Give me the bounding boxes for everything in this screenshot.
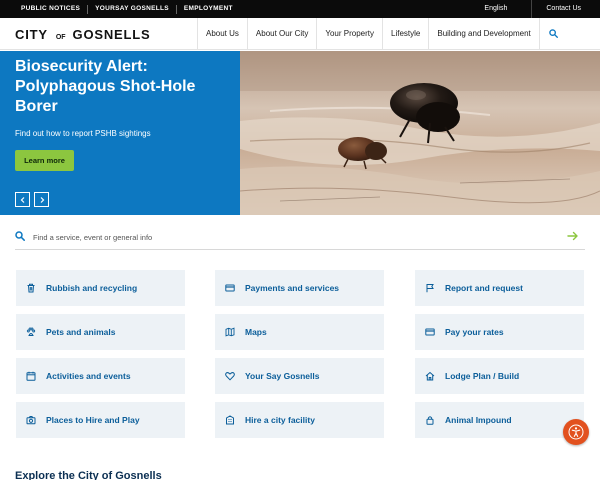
- public-notices-link[interactable]: PUBLIC NOTICES: [14, 0, 87, 18]
- employment-link[interactable]: EMPLOYMENT: [177, 0, 240, 18]
- utility-bar: PUBLIC NOTICES YOURSAY GOSNELLS EMPLOYME…: [0, 0, 600, 18]
- calendar-icon: [26, 371, 36, 381]
- tile-animal-impound[interactable]: Animal Impound: [415, 402, 584, 438]
- hero-image: [240, 51, 600, 215]
- house-icon: [425, 371, 435, 381]
- nav-about-us[interactable]: About Us: [197, 18, 247, 49]
- card-icon: [225, 284, 235, 292]
- tile-pets-and-animals[interactable]: Pets and animals: [16, 314, 185, 350]
- tile-label: Payments and services: [245, 283, 340, 293]
- hero-next-button[interactable]: [34, 192, 49, 207]
- tile-lodge-plan-build[interactable]: Lodge Plan / Build: [415, 358, 584, 394]
- hero-banner: Biosecurity Alert: Polyphagous Shot-Hole…: [0, 51, 240, 215]
- accessibility-icon: [568, 424, 584, 440]
- header-search-button[interactable]: [538, 18, 567, 49]
- tile-label: Animal Impound: [445, 415, 512, 425]
- bin-icon: [27, 283, 35, 293]
- site-search: [15, 226, 585, 250]
- main-header: CITY OF GOSNELLS About Us About Our City…: [0, 18, 600, 50]
- flag-icon: [426, 284, 434, 293]
- tile-label: Pay your rates: [445, 327, 504, 337]
- contact-us-link[interactable]: Contact Us: [532, 0, 600, 18]
- camera-icon: [26, 416, 36, 425]
- map-icon: [225, 327, 235, 337]
- search-icon: [15, 231, 25, 241]
- tile-label: Lodge Plan / Build: [445, 371, 520, 381]
- nav-lifestyle[interactable]: Lifestyle: [382, 18, 428, 49]
- accessibility-button[interactable]: [563, 419, 589, 445]
- hero-title: Biosecurity Alert: Polyphagous Shot-Hole…: [15, 58, 196, 115]
- chevron-left-icon: [20, 196, 24, 203]
- logo-word-gosnells: GOSNELLS: [72, 27, 151, 42]
- logo-word-city: CITY: [15, 27, 48, 42]
- tile-label: Hire a city facility: [245, 415, 315, 425]
- lock-icon: [426, 416, 434, 425]
- tile-label: Activities and events: [46, 371, 131, 381]
- arrow-right-icon[interactable]: [567, 231, 579, 241]
- hero-subtitle: Find out how to report PSHB sightings: [15, 129, 151, 138]
- tile-hire-a-city-facility[interactable]: Hire a city facility: [215, 402, 384, 438]
- search-icon: [548, 29, 558, 38]
- heart-icon: [225, 372, 235, 381]
- tile-label: Rubbish and recycling: [46, 283, 138, 293]
- language-selector[interactable]: English: [484, 0, 531, 18]
- search-input[interactable]: [33, 229, 553, 245]
- tile-your-say-gosnells[interactable]: Your Say Gosnells: [215, 358, 384, 394]
- tile-payments-and-services[interactable]: Payments and services: [215, 270, 384, 306]
- nav-your-property[interactable]: Your Property: [316, 18, 382, 49]
- tile-activities-and-events[interactable]: Activities and events: [16, 358, 185, 394]
- nav-building-and-development[interactable]: Building and Development: [428, 18, 538, 49]
- tile-pay-your-rates[interactable]: Pay your rates: [415, 314, 584, 350]
- card-icon: [425, 328, 435, 336]
- logo-word-of: OF: [55, 34, 66, 41]
- shot-hole-borer-beetle-photo: [240, 51, 600, 215]
- tile-label: Maps: [245, 327, 267, 337]
- tile-label: Places to Hire and Play: [46, 415, 140, 425]
- tile-places-to-hire-and-play[interactable]: Places to Hire and Play: [16, 402, 185, 438]
- city-logo[interactable]: CITY OF GOSNELLS: [15, 27, 150, 42]
- tile-label: Report and request: [445, 283, 523, 293]
- hero-prev-button[interactable]: [15, 192, 30, 207]
- explore-heading: Explore the City of Gosnells: [15, 470, 162, 480]
- main-nav: About Us About Our City Your Property Li…: [197, 18, 567, 49]
- building-icon: [226, 415, 234, 425]
- tile-maps[interactable]: Maps: [215, 314, 384, 350]
- tile-rubbish-and-recycling[interactable]: Rubbish and recycling: [16, 270, 185, 306]
- learn-more-button[interactable]: Learn more: [15, 150, 74, 171]
- chevron-right-icon: [40, 196, 44, 203]
- nav-about-our-city[interactable]: About Our City: [246, 18, 316, 49]
- paw-icon: [26, 327, 36, 336]
- tile-report-and-request[interactable]: Report and request: [415, 270, 584, 306]
- tile-label: Your Say Gosnells: [245, 371, 320, 381]
- yoursay-gosnells-link[interactable]: YOURSAY GOSNELLS: [88, 0, 176, 18]
- tile-label: Pets and animals: [46, 327, 116, 337]
